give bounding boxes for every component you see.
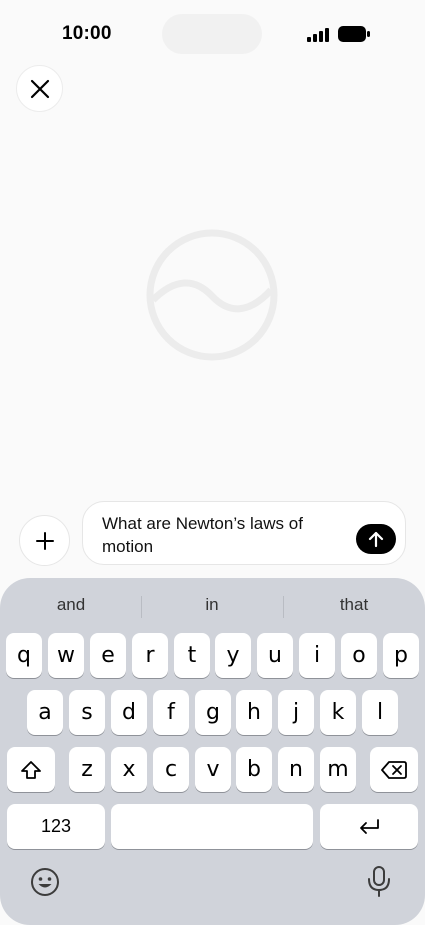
key-label: q — [17, 643, 31, 668]
key[interactable]: r — [132, 633, 168, 678]
key[interactable]: z — [69, 747, 105, 792]
key[interactable]: w — [48, 633, 84, 678]
key[interactable]: s — [69, 690, 105, 735]
key-label: s — [81, 700, 93, 725]
key-label: r — [145, 643, 155, 668]
key[interactable]: c — [153, 747, 189, 792]
key-label: l — [376, 700, 384, 725]
key-label: y — [226, 643, 240, 668]
return-key[interactable] — [320, 804, 418, 849]
key-label: m — [327, 757, 349, 782]
key-label: g — [206, 700, 220, 725]
suggestion-item[interactable]: and — [1, 590, 141, 620]
delete-key[interactable] — [370, 747, 418, 792]
key[interactable]: o — [341, 633, 377, 678]
suggestion-item[interactable]: in — [142, 590, 282, 620]
dictation-button[interactable] — [362, 864, 396, 898]
microphone-icon — [368, 866, 390, 897]
key-label: b — [247, 757, 261, 782]
key[interactable]: t — [174, 633, 210, 678]
key[interactable]: e — [90, 633, 126, 678]
shift-key[interactable] — [7, 747, 55, 792]
status-time: 10:00 — [62, 23, 112, 44]
key-label: f — [167, 700, 175, 725]
key[interactable]: d — [111, 690, 147, 735]
key[interactable]: y — [215, 633, 251, 678]
key-label: w — [57, 643, 75, 668]
key-label: e — [101, 643, 115, 668]
key[interactable]: f — [153, 690, 189, 735]
key[interactable]: v — [195, 747, 231, 792]
message-input[interactable]: What are Newton’s laws of motion — [82, 501, 406, 565]
key-label: i — [313, 643, 321, 668]
key[interactable]: p — [383, 633, 419, 678]
close-icon — [30, 79, 49, 98]
keyboard: and in that q w e r t y u i o p a s d f … — [0, 578, 425, 925]
close-button[interactable] — [16, 65, 63, 112]
key-label: p — [394, 643, 408, 668]
numbers-key[interactable]: 123 — [7, 804, 105, 849]
key-label: o — [352, 643, 366, 668]
arrow-up-icon — [368, 531, 384, 548]
key-label: j — [292, 700, 300, 725]
battery-icon — [338, 26, 370, 42]
key[interactable]: m — [320, 747, 356, 792]
key-label: u — [268, 643, 282, 668]
key-label: z — [81, 757, 93, 782]
key[interactable]: b — [236, 747, 272, 792]
key[interactable]: x — [111, 747, 147, 792]
key-label: h — [247, 700, 261, 725]
attach-button[interactable] — [19, 515, 70, 566]
signal-icon — [307, 28, 329, 42]
status-bar: 10:00 — [0, 0, 425, 70]
numbers-key-label: 123 — [40, 816, 72, 836]
key-label: t — [187, 643, 197, 668]
key[interactable]: u — [257, 633, 293, 678]
return-icon — [360, 818, 379, 834]
key-label: k — [331, 700, 345, 725]
space-key[interactable] — [111, 804, 313, 849]
key[interactable]: g — [195, 690, 231, 735]
key[interactable]: n — [278, 747, 314, 792]
key-label: x — [122, 757, 136, 782]
key-label: n — [289, 757, 303, 782]
shift-icon — [21, 760, 41, 779]
key[interactable]: i — [299, 633, 335, 678]
suggestion-bar: and in that — [0, 590, 425, 620]
key[interactable]: h — [236, 690, 272, 735]
key[interactable]: l — [362, 690, 398, 735]
key[interactable]: q — [6, 633, 42, 678]
key-label: a — [38, 700, 52, 725]
dynamic-island — [162, 14, 262, 54]
emoji-button[interactable] — [28, 865, 62, 899]
plus-icon — [35, 531, 54, 550]
key[interactable]: k — [320, 690, 356, 735]
backspace-icon — [381, 760, 407, 779]
emoji-icon — [31, 868, 59, 896]
key[interactable]: j — [278, 690, 314, 735]
assistant-logo-icon — [146, 229, 278, 361]
suggestion-item[interactable]: that — [284, 590, 424, 620]
key-label: c — [164, 757, 178, 782]
message-input-text[interactable]: What are Newton’s laws of motion — [102, 512, 327, 558]
send-button[interactable] — [356, 524, 396, 554]
key-label: v — [206, 757, 220, 782]
key-label: d — [122, 700, 136, 725]
key[interactable]: a — [27, 690, 63, 735]
